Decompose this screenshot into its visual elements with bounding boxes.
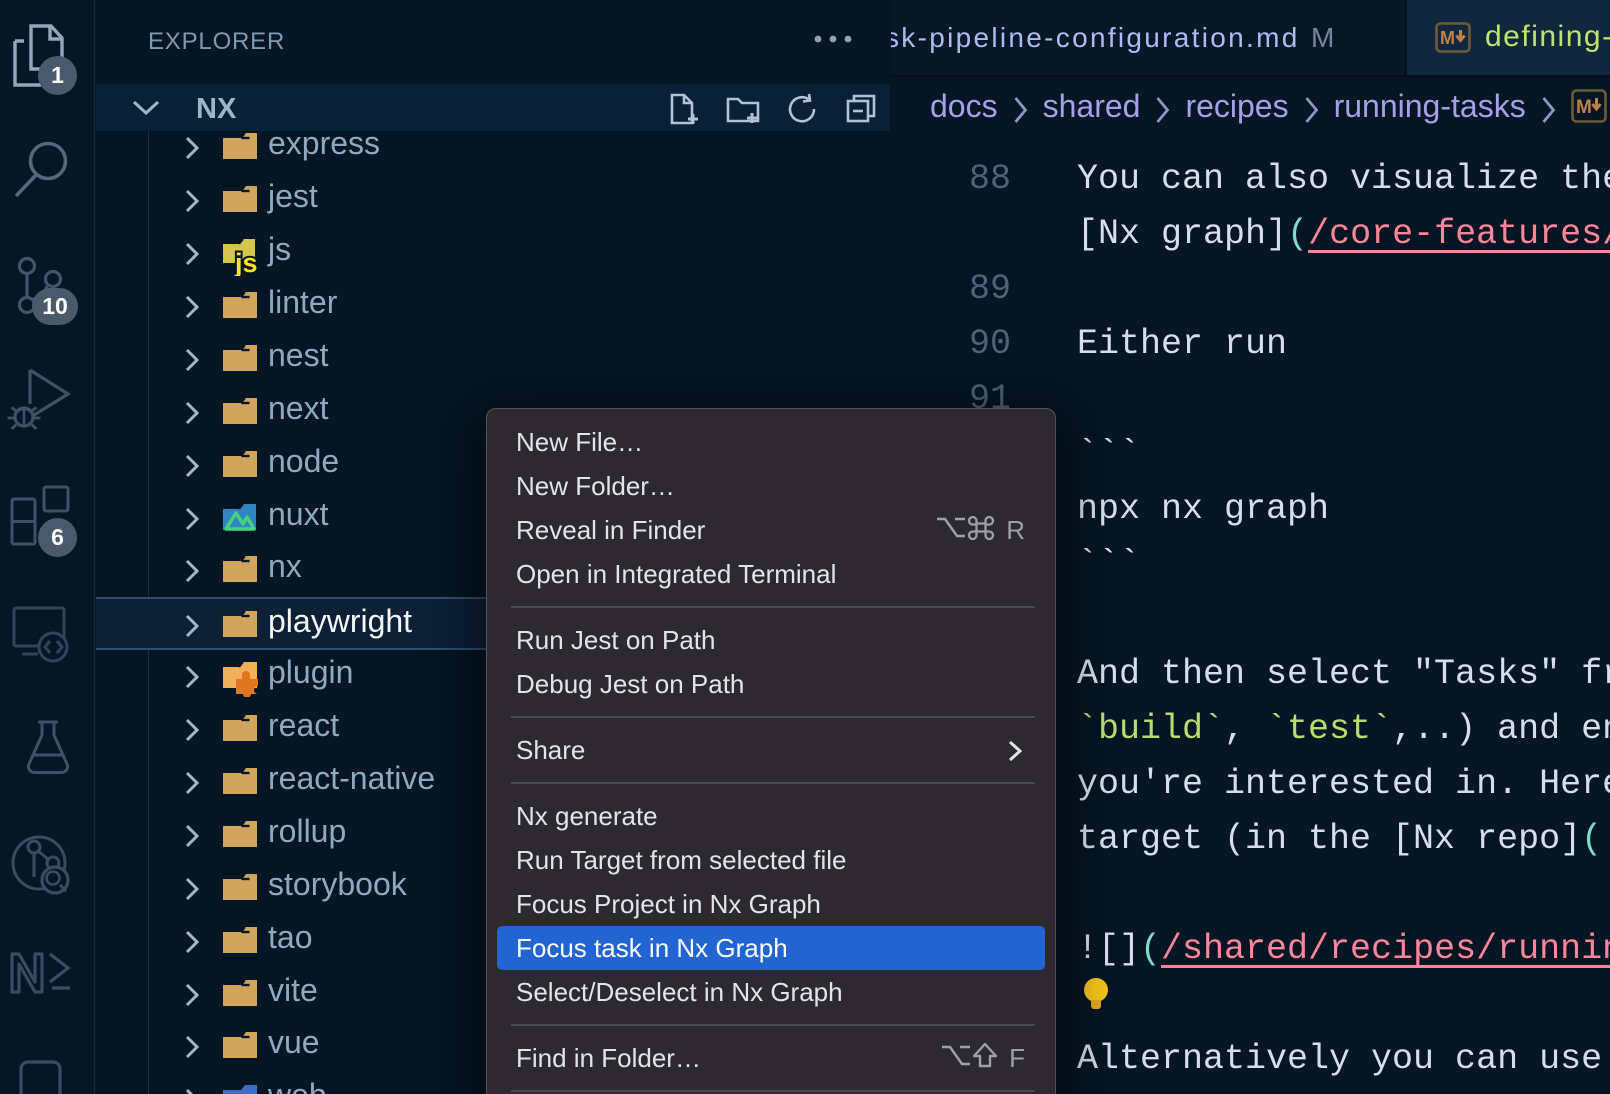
svg-text:M: M [1440, 28, 1455, 48]
svg-text:js: js [234, 248, 258, 276]
svg-text:M: M [1576, 97, 1592, 118]
